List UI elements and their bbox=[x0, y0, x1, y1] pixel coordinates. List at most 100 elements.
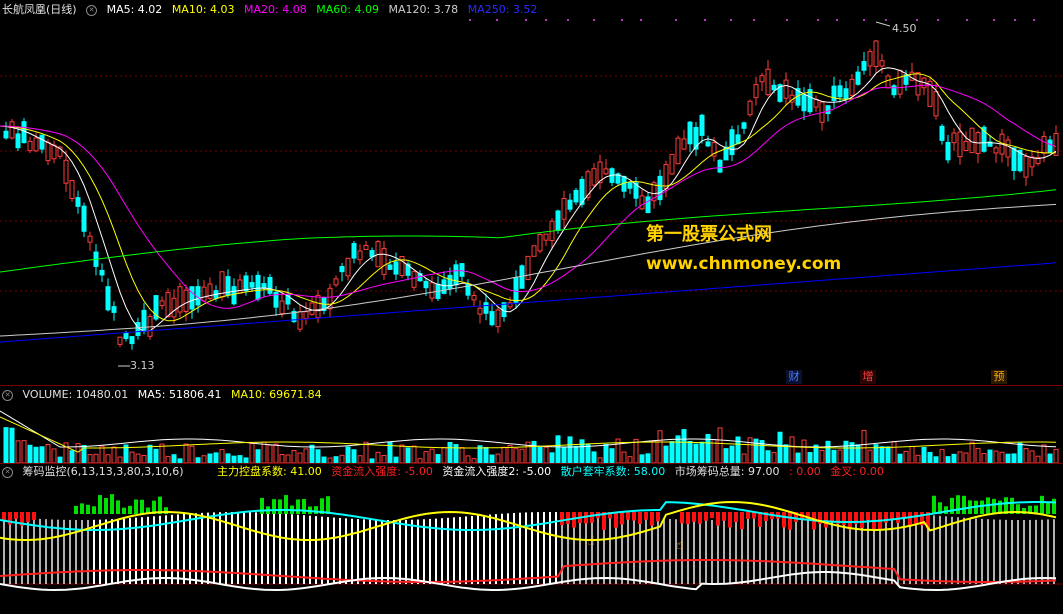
candle-body bbox=[945, 141, 951, 161]
volume-bar bbox=[891, 441, 897, 463]
panel-divider[interactable] bbox=[0, 385, 1063, 386]
green-signal-bar bbox=[284, 495, 288, 514]
volume-bar bbox=[279, 454, 285, 463]
signal-dot bbox=[753, 19, 755, 21]
signal-dot bbox=[675, 19, 677, 21]
volume-bar bbox=[777, 431, 783, 463]
badge-increase[interactable]: 增 bbox=[860, 370, 876, 384]
candlestick-chart[interactable] bbox=[0, 16, 1063, 386]
volume-bar bbox=[261, 441, 267, 463]
extra-value: : 0.00 bbox=[789, 465, 821, 478]
volume-bar bbox=[399, 444, 405, 463]
green-signal-bar bbox=[128, 505, 132, 514]
volume-bar bbox=[93, 453, 99, 463]
volume-bar bbox=[633, 438, 639, 463]
red-signal-bar bbox=[698, 512, 702, 524]
candle-body bbox=[1023, 155, 1029, 178]
signal-dot bbox=[567, 19, 569, 21]
volume-bar bbox=[411, 445, 417, 463]
candle-body bbox=[573, 189, 579, 203]
red-signal-bar bbox=[590, 512, 594, 523]
candle-body bbox=[129, 336, 135, 345]
green-signal-bar bbox=[980, 500, 984, 514]
ma5-value: MA5: 4.02 bbox=[106, 3, 163, 16]
volume-bar bbox=[45, 444, 51, 463]
green-signal-bar bbox=[962, 495, 966, 514]
volume-bar bbox=[1005, 453, 1011, 463]
collapse-icon[interactable]: ✕ bbox=[2, 389, 13, 401]
candle-body bbox=[867, 51, 873, 67]
volume-bar bbox=[207, 453, 213, 463]
volume-bar bbox=[573, 445, 579, 463]
volume-bar bbox=[861, 429, 867, 463]
volume-bar bbox=[717, 427, 723, 463]
collapse-icon[interactable]: ✕ bbox=[2, 466, 13, 478]
stock-title[interactable]: 长航凤凰(日线) bbox=[2, 3, 77, 16]
volume-bar bbox=[567, 436, 573, 463]
volume-bar bbox=[423, 451, 429, 463]
volume-bar bbox=[87, 454, 93, 463]
volume-bar bbox=[105, 454, 111, 463]
red-signal-bar bbox=[656, 512, 660, 522]
volume-bar bbox=[1023, 447, 1029, 463]
volume-bar bbox=[21, 440, 27, 463]
candle-body bbox=[363, 245, 369, 251]
candle-body bbox=[33, 137, 39, 152]
volume-bar bbox=[963, 452, 969, 463]
volume-bar bbox=[495, 453, 501, 463]
volume-bar bbox=[705, 433, 711, 463]
signal-dot bbox=[885, 19, 887, 21]
volume-bar bbox=[429, 448, 435, 463]
candle-body bbox=[561, 198, 567, 220]
volume-bar bbox=[981, 453, 987, 463]
volume-chart[interactable] bbox=[0, 403, 1063, 463]
candle-body bbox=[45, 141, 51, 162]
red-signal-bar bbox=[896, 512, 900, 523]
volume-bar bbox=[819, 449, 825, 463]
red-signal-bar bbox=[680, 512, 684, 524]
volume-bar bbox=[159, 443, 165, 463]
candle-body bbox=[471, 295, 477, 301]
volume-bar bbox=[189, 445, 195, 463]
volume-bar bbox=[147, 444, 153, 463]
red-signal-bar bbox=[866, 512, 870, 520]
indicator-name: 筹码监控(6,13,13,3,80,3,10,6) bbox=[22, 465, 184, 478]
volume-bar bbox=[555, 435, 561, 463]
volume-bar bbox=[363, 441, 369, 463]
candle-body bbox=[513, 276, 519, 303]
candle-body bbox=[813, 98, 819, 108]
green-signal-bar bbox=[944, 506, 948, 514]
candle-body bbox=[543, 233, 549, 241]
green-signal-bar bbox=[956, 495, 960, 514]
volume-bar bbox=[1029, 450, 1035, 463]
indicator-chart[interactable] bbox=[0, 480, 1063, 614]
candle-body bbox=[525, 255, 531, 281]
badge-finance[interactable]: 财 bbox=[786, 370, 802, 384]
volume-bar bbox=[729, 445, 735, 463]
volume-bar bbox=[867, 449, 873, 463]
green-signal-bar bbox=[92, 506, 96, 514]
candle-body bbox=[309, 302, 315, 315]
candle-body bbox=[687, 121, 693, 145]
candle-body bbox=[675, 137, 681, 165]
volume-bar bbox=[285, 454, 291, 463]
candle-body bbox=[69, 179, 75, 200]
badge-forecast[interactable]: 预 bbox=[991, 370, 1007, 384]
indicator-panel-header: ✕ 筹码监控(6,13,13,3,80,3,10,6) 主力控盘系数: 41.0… bbox=[2, 464, 890, 480]
candle-body bbox=[1029, 156, 1035, 168]
collapse-icon[interactable]: ✕ bbox=[86, 4, 98, 16]
candle-body bbox=[849, 78, 855, 96]
volume-bar bbox=[231, 455, 237, 463]
candle-body bbox=[177, 286, 183, 313]
volume-bar bbox=[3, 427, 9, 463]
volume-bar bbox=[273, 443, 279, 463]
green-signal-bar bbox=[134, 499, 138, 514]
candle-body bbox=[807, 89, 813, 113]
candle-body bbox=[303, 311, 309, 320]
candle-body bbox=[9, 121, 15, 139]
signal-dot bbox=[993, 19, 995, 21]
candle-body bbox=[663, 164, 669, 189]
candle-body bbox=[873, 40, 879, 68]
volume-bar bbox=[669, 441, 675, 463]
green-signal-bar bbox=[932, 495, 936, 514]
